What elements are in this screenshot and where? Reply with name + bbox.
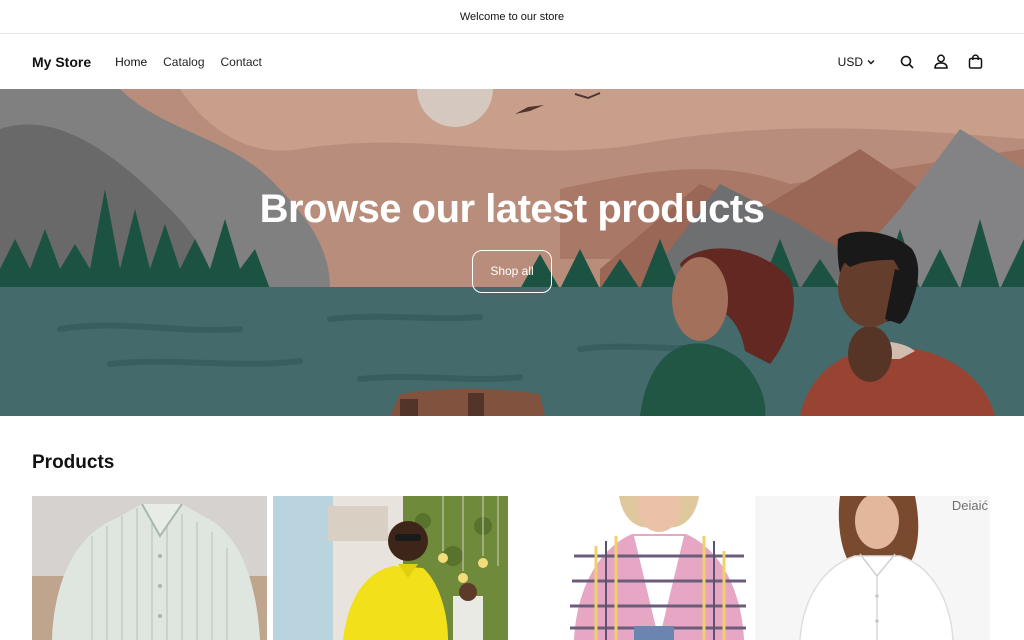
hero-banner: Browse our latest products Shop all [0, 89, 1024, 416]
cart-button[interactable] [958, 45, 992, 79]
account-button[interactable] [924, 45, 958, 79]
cart-icon [968, 54, 982, 69]
main-nav: Home Catalog Contact [107, 55, 270, 69]
product-card-white-blouse[interactable]: Deiaić [755, 496, 990, 640]
products-heading: Products [32, 452, 115, 473]
chevron-down-icon [867, 59, 875, 64]
product-watermark: Deiaić [951, 498, 988, 513]
striped-shirt-photo [32, 496, 267, 640]
nav-home[interactable]: Home [107, 55, 155, 69]
search-button[interactable] [890, 45, 924, 79]
search-icon [900, 55, 914, 69]
yellow-shirt-photo [273, 496, 508, 640]
currency-label: USD [837, 54, 863, 69]
nav-catalog[interactable]: Catalog [155, 55, 212, 69]
product-grid: Deiaić [32, 496, 992, 640]
announcement-text: Welcome to our store [459, 10, 565, 23]
account-icon [934, 54, 948, 69]
plaid-shacket-photo [514, 496, 749, 640]
header-actions: USD [838, 45, 992, 79]
announcement-bar: Welcome to our store [0, 0, 1024, 34]
white-blouse-photo [755, 496, 990, 640]
nav-contact[interactable]: Contact [213, 55, 270, 69]
hero-title: Browse our latest products [259, 186, 765, 231]
currency-selector[interactable]: USD [838, 55, 876, 69]
hero-content: Browse our latest products Shop all [0, 89, 1024, 416]
shop-all-button[interactable]: Shop all [472, 249, 552, 293]
product-card-striped-shirt[interactable] [32, 496, 267, 640]
site-header: My Store Home Catalog Contact USD [0, 34, 1024, 89]
product-card-yellow-shirt[interactable] [273, 496, 508, 640]
store-logo[interactable]: My Store [32, 54, 91, 70]
product-card-plaid-shacket[interactable] [514, 496, 749, 640]
